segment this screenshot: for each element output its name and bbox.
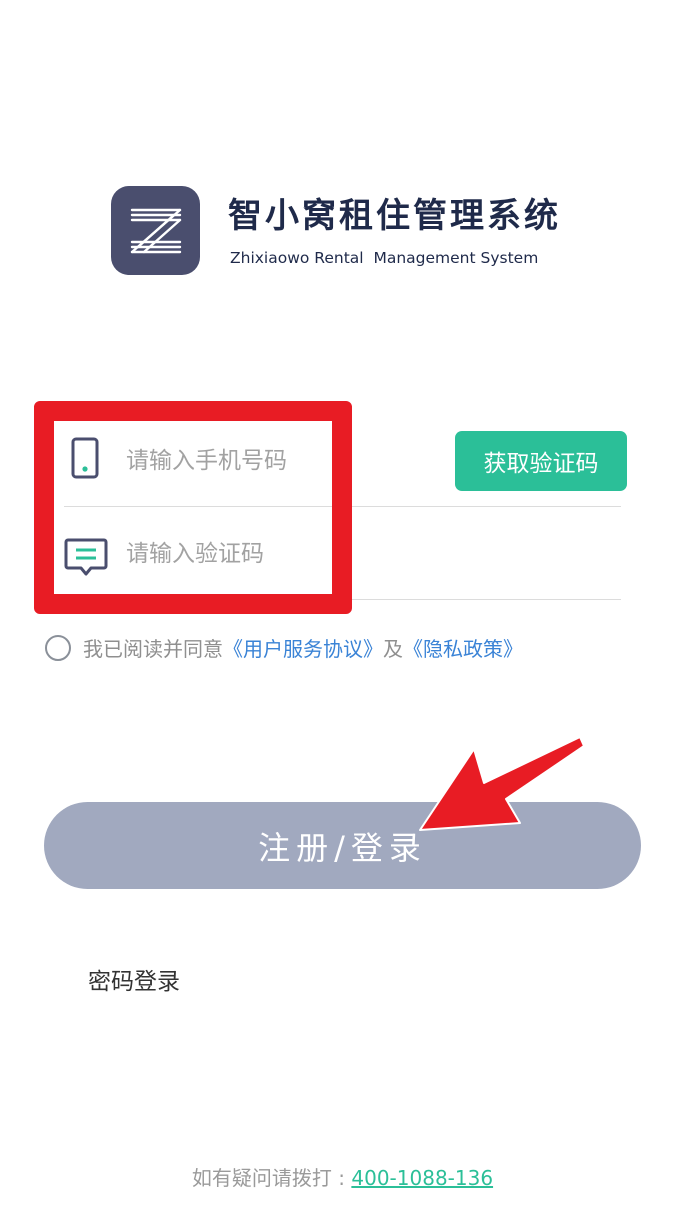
support-phone-link[interactable]: 400-1088-136 <box>351 1166 493 1190</box>
code-field-row <box>64 508 621 600</box>
app-title: 智小窝租住管理系统 <box>228 196 561 236</box>
register-login-button[interactable]: 注册/登录 <box>44 802 641 889</box>
code-input[interactable] <box>126 532 456 576</box>
message-icon <box>64 508 110 604</box>
privacy-link[interactable]: 《隐私政策》 <box>403 633 523 662</box>
phone-input[interactable] <box>126 439 456 483</box>
support-footer: 如有疑问请拨打 : 400-1088-136 <box>0 1162 685 1191</box>
app-subtitle: Zhixiaowo Rental Management System <box>230 249 539 267</box>
login-page: 智小窝租住管理系统 Zhixiaowo Rental Management Sy… <box>0 0 685 1217</box>
agreement-radio[interactable] <box>45 634 71 661</box>
get-code-button[interactable]: 获取验证码 <box>455 431 627 491</box>
agreement-conjunction: 及 <box>383 637 403 661</box>
agreement-prefix: 我已阅读并同意 <box>83 637 223 661</box>
footer-label: 如有疑问请拨打 : <box>191 1166 352 1190</box>
password-login-link[interactable]: 密码登录 <box>88 962 180 996</box>
agreement-row: 我已阅读并同意 《用户服务协议》 及 《隐私政策》 <box>45 633 523 662</box>
terms-link[interactable]: 《用户服务协议》 <box>223 633 383 662</box>
phone-icon <box>64 415 110 511</box>
z-logo-icon <box>111 186 200 275</box>
